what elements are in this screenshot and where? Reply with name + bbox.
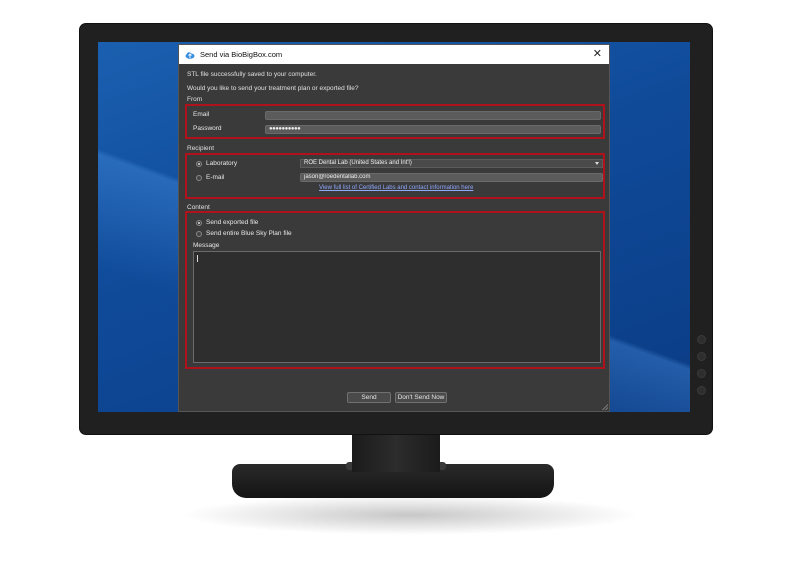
monitor-button bbox=[697, 386, 706, 395]
intro-text-saved: STL file successfully saved to your comp… bbox=[187, 71, 317, 78]
dialog-title: Send via BioBigBox.com bbox=[200, 50, 283, 59]
monitor-button bbox=[697, 369, 706, 378]
email-radio[interactable] bbox=[196, 175, 202, 181]
monitor-neck bbox=[352, 432, 440, 472]
from-section-box: Email Password ●●●●●●●●●● bbox=[185, 104, 605, 139]
text-caret bbox=[197, 255, 198, 262]
dialog-titlebar: Send via BioBigBox.com ✕ bbox=[179, 45, 609, 64]
cloud-upload-icon bbox=[185, 51, 195, 59]
send-exported-radio[interactable] bbox=[196, 220, 202, 226]
email-field[interactable] bbox=[265, 111, 601, 120]
recipient-section-label: Recipient bbox=[187, 145, 215, 152]
laboratory-label: Laboratory bbox=[206, 160, 238, 167]
monitor-shadow bbox=[180, 495, 640, 535]
recipient-email-label: E-mail bbox=[206, 174, 225, 181]
laboratory-select[interactable]: ROE Dental Lab (United States and Int'l) bbox=[300, 159, 603, 168]
monitor-button bbox=[697, 335, 706, 344]
send-exported-label: Send exported file bbox=[206, 219, 259, 226]
content-section-label: Content bbox=[187, 204, 210, 211]
send-dialog: Send via BioBigBox.com ✕ STL file succes… bbox=[178, 44, 610, 412]
recipient-section-box: Laboratory ROE Dental Lab (United States… bbox=[185, 153, 605, 199]
message-label: Message bbox=[193, 242, 220, 249]
laboratory-select-value: ROE Dental Lab (United States and Int'l) bbox=[304, 160, 412, 166]
send-plan-radio[interactable] bbox=[196, 231, 202, 237]
recipient-email-field[interactable]: jason@roedentallab.com bbox=[300, 173, 603, 182]
certified-labs-link[interactable]: View full list of Certified Labs and con… bbox=[319, 185, 473, 191]
monitor-button bbox=[697, 352, 706, 361]
intro-text-question: Would you like to send your treatment pl… bbox=[187, 85, 359, 92]
send-plan-label: Send entire Blue Sky Plan file bbox=[206, 230, 292, 237]
monitor-buttons bbox=[697, 335, 706, 403]
laboratory-radio[interactable] bbox=[196, 161, 202, 167]
password-field[interactable]: ●●●●●●●●●● bbox=[265, 125, 601, 134]
chevron-down-icon bbox=[595, 162, 599, 165]
resize-grip-icon[interactable] bbox=[602, 404, 608, 410]
password-label: Password bbox=[193, 125, 222, 132]
dont-send-now-button[interactable]: Don't Send Now bbox=[395, 392, 447, 403]
send-button[interactable]: Send bbox=[347, 392, 391, 403]
content-section-box: Send exported file Send entire Blue Sky … bbox=[185, 211, 605, 369]
message-textarea[interactable] bbox=[193, 251, 601, 363]
from-section-label: From bbox=[187, 96, 203, 103]
email-label: Email bbox=[193, 111, 210, 118]
close-icon[interactable]: ✕ bbox=[593, 49, 602, 60]
